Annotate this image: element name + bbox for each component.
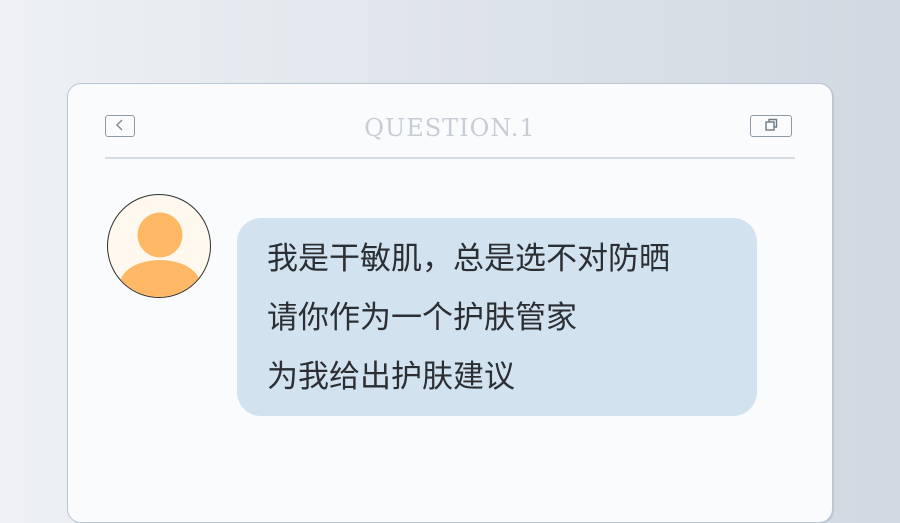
chat-card: QUESTION.1 我是干敏肌，总是选不对防晒 请你作为一个护肤管家 为我给出… xyxy=(67,83,833,523)
user-icon xyxy=(108,195,210,297)
page-title: QUESTION.1 xyxy=(364,114,536,142)
message-line: 为我给出护肤建议 xyxy=(267,359,515,395)
card-header: QUESTION.1 xyxy=(105,102,795,159)
message-bubble: 我是干敏肌，总是选不对防晒 请你作为一个护肤管家 为我给出护肤建议 xyxy=(237,218,757,416)
copy-window-button[interactable] xyxy=(750,115,792,137)
message-line: 请你作为一个护肤管家 xyxy=(267,300,577,336)
message-line: 我是干敏肌，总是选不对防晒 xyxy=(267,241,670,277)
copy-window-icon xyxy=(763,117,779,136)
avatar xyxy=(107,194,211,298)
